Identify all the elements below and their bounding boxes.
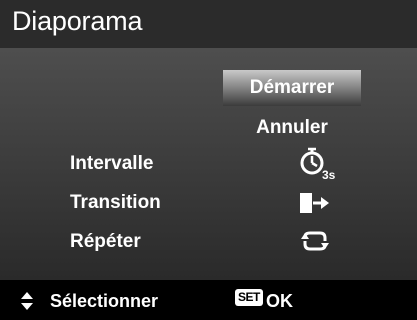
interval-label: Intervalle bbox=[70, 153, 154, 174]
set-button-badge: SET bbox=[235, 289, 263, 306]
footer-bar: Sélectionner SET OK bbox=[0, 280, 417, 320]
slideshow-screen: Diaporama Démarrer Annuler Intervalle 3s… bbox=[0, 0, 417, 320]
transition-icon[interactable] bbox=[297, 188, 333, 218]
start-button[interactable]: Démarrer bbox=[223, 70, 361, 106]
timer-3s-icon[interactable]: 3s bbox=[297, 147, 336, 182]
title-bar: Diaporama bbox=[0, 0, 417, 48]
interval-value: 3s bbox=[322, 168, 336, 181]
repeat-label: Répéter bbox=[70, 231, 141, 252]
select-hint: Sélectionner bbox=[50, 291, 159, 311]
page-title: Diaporama bbox=[12, 6, 143, 36]
up-down-arrow-icon bbox=[20, 292, 34, 315]
cancel-button[interactable]: Annuler bbox=[223, 112, 361, 144]
repeat-icon[interactable] bbox=[297, 226, 333, 256]
ok-hint: OK bbox=[266, 291, 293, 311]
transition-label: Transition bbox=[70, 192, 161, 213]
